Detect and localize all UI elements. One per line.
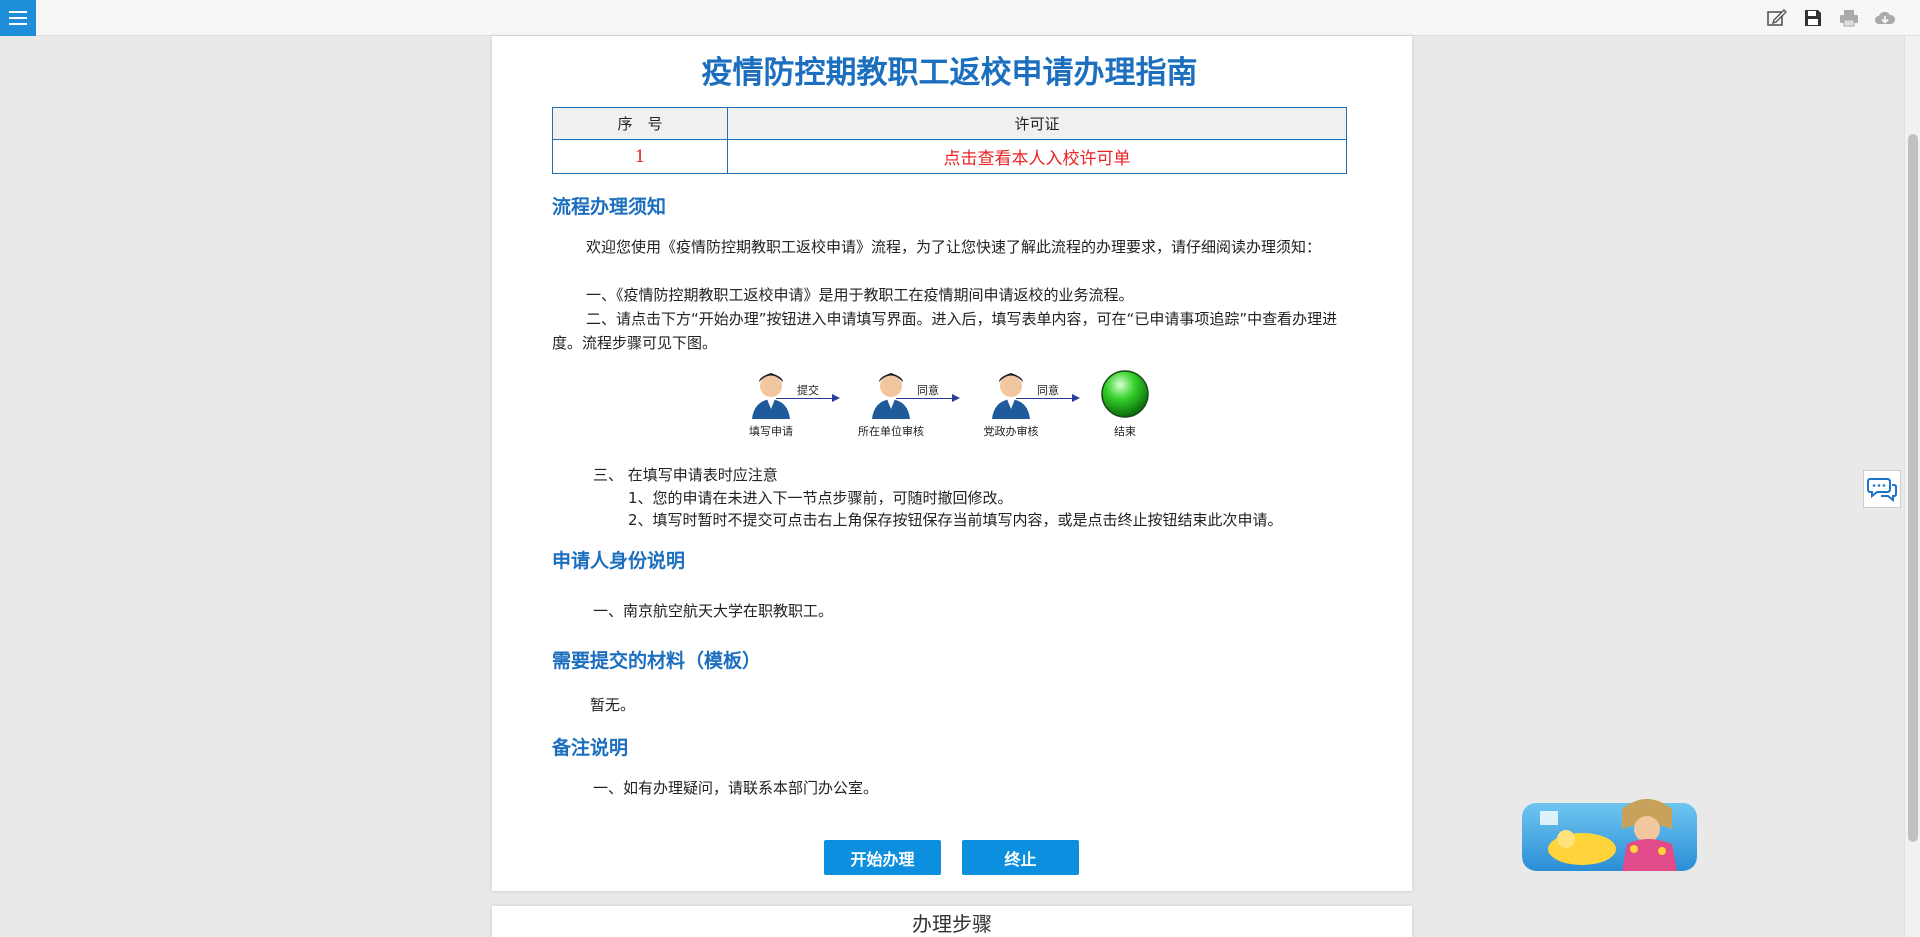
steps-title: 办理步骤: [912, 912, 992, 936]
section-heading-process: 流程办理须知: [552, 196, 667, 218]
save-icon[interactable]: [1800, 6, 1826, 30]
flow-edge-approve-2: 同意: [1016, 384, 1080, 402]
view-permit-link[interactable]: 点击查看本人入校许可单: [944, 149, 1131, 169]
notes-item-1: 一、如有办理疑问，请联系本部门办公室。: [593, 779, 879, 797]
process-flow-diagram: 填写申请 提交 所在单位审核 同意 党政办审核 同意 结束: [743, 369, 1163, 469]
top-toolbar: [0, 0, 1920, 36]
flow-node-fill: 填写申请: [721, 369, 821, 439]
end-circle-icon: [1101, 370, 1149, 418]
edit-icon[interactable]: [1764, 6, 1790, 30]
page-title: 疫情防控期教职工返校申请办理指南: [701, 55, 1198, 91]
stop-button[interactable]: 终止: [962, 840, 1079, 875]
floating-ad-widget[interactable]: [1522, 789, 1697, 871]
identity-item-1: 一、南京航空航天大学在职教职工。: [593, 602, 834, 620]
flow-node-unit-review: 所在单位审核: [841, 369, 941, 439]
table-header-index: 序 号: [552, 107, 728, 140]
process-item-3-2: 2、填写时暂时不提交可点击右上角保存按钮保存当前填写内容，或是点击终止按钮结束此…: [628, 511, 1283, 529]
process-item-1: 一、《疫情防控期教职工返校申请》是用于教职工在疫情期间申请返校的业务流程。: [586, 286, 1134, 304]
flow-edge-submit: 提交: [776, 384, 840, 402]
table-row: 1 点击查看本人入校许可单: [552, 139, 1347, 174]
table-header-permit: 许可证: [727, 107, 1347, 140]
flow-node-end: 结束: [1075, 369, 1175, 439]
process-intro: 欢迎您使用《疫情防控期教职工返校申请》流程，为了让您快速了解此流程的办理要求，请…: [586, 238, 1322, 256]
process-item-3-1: 1、您的申请在未进入下一节点步骤前，可随时撤回修改。: [628, 489, 1013, 507]
row-index: 1: [552, 139, 728, 174]
materials-text: 暂无。: [590, 696, 636, 714]
print-icon[interactable]: [1836, 6, 1862, 30]
menu-icon: [9, 11, 27, 13]
guide-content: 疫情防控期教职工返校申请办理指南 序 号 许可证 1 点击查看本人入校许可单 流…: [552, 36, 1347, 797]
steps-card: 办理步骤: [492, 906, 1412, 937]
process-item-3: 三、 在填写申请表时应注意: [593, 466, 778, 484]
start-button[interactable]: 开始办理: [824, 840, 941, 875]
permit-table: 序 号 许可证 1 点击查看本人入校许可单: [552, 107, 1347, 174]
chat-icon: [1867, 478, 1897, 502]
section-heading-identity: 申请人身份说明: [552, 550, 686, 572]
section-heading-materials: 需要提交的材料（模板）: [552, 650, 762, 672]
table-header-row: 序 号 许可证: [552, 107, 1347, 140]
guide-card: 疫情防控期教职工返校申请办理指南 序 号 许可证 1 点击查看本人入校许可单 流…: [492, 36, 1412, 891]
scrollbar-thumb[interactable]: [1908, 134, 1918, 842]
chat-button[interactable]: [1863, 470, 1901, 508]
section-heading-notes: 备注说明: [552, 737, 629, 759]
hamburger-menu-button[interactable]: [0, 0, 36, 36]
process-item-2: 二、请点击下方“开始办理”按钮进入申请填写界面。进入后，填写表单内容，可在“已申…: [552, 310, 1338, 352]
flow-edge-approve-1: 同意: [896, 384, 960, 402]
page-scrollbar[interactable]: [1904, 36, 1920, 937]
cloud-download-icon[interactable]: [1872, 6, 1898, 30]
permit-cell: 点击查看本人入校许可单: [727, 139, 1347, 174]
game-character-image: [1522, 799, 1697, 871]
flow-node-office-review: 党政办审核: [961, 369, 1061, 439]
toolbar-tools: [1764, 6, 1898, 30]
